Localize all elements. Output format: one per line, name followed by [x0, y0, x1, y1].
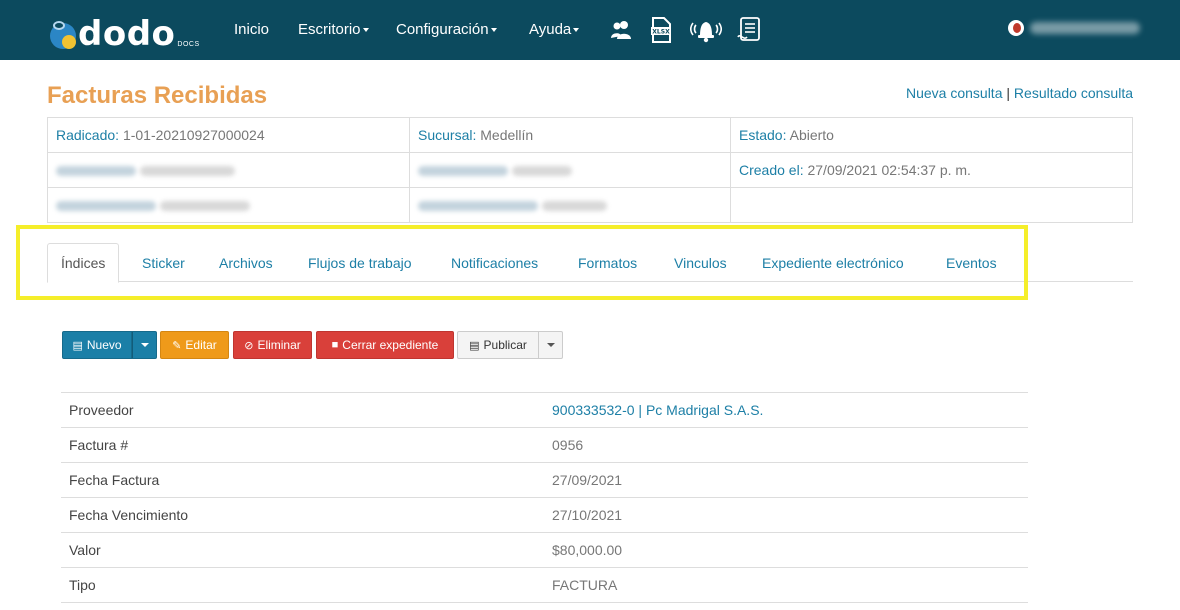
redacted-cell — [409, 187, 731, 223]
svg-text:XLSX: XLSX — [652, 29, 670, 36]
table-row: Proveedor 900333532-0 | Pc Madrigal S.A.… — [61, 392, 1028, 428]
link-separator: | — [1006, 85, 1011, 101]
bell-icon[interactable] — [690, 16, 722, 44]
resultado-consulta-link[interactable]: Resultado consulta — [1014, 85, 1133, 101]
users-icon[interactable] — [608, 16, 634, 44]
top-links: Nueva consulta | Resultado consulta — [906, 85, 1133, 101]
nuevo-label: Nuevo — [86, 338, 122, 352]
redacted-value — [511, 166, 572, 177]
table-row: Fecha Vencimiento 27/10/2021 — [61, 497, 1028, 533]
user-menu[interactable] — [1008, 20, 1140, 36]
field-value: FACTURA — [544, 567, 1028, 603]
radicado-value: 1-01-20210927000024 — [122, 127, 265, 143]
dodo-logo[interactable]: dodo DOCS — [48, 11, 208, 51]
radicado-label: Radicado: — [56, 127, 120, 143]
redacted-label — [418, 166, 508, 177]
indices-table: Proveedor 900333532-0 | Pc Madrigal S.A.… — [61, 392, 1028, 603]
estado-value: Abierto — [789, 127, 834, 143]
nav-ayuda[interactable]: Ayuda — [529, 21, 580, 38]
publicar-dropdown-toggle[interactable] — [538, 331, 563, 359]
cerrar-expediente-label: Cerrar expediente — [342, 338, 439, 352]
folder-icon: ■ — [331, 339, 339, 351]
sucursal-value: Medellín — [480, 127, 534, 143]
top-navbar: dodo DOCS Inicio Escritorio Configuració… — [0, 0, 1180, 60]
eliminar-label: Eliminar — [257, 338, 301, 352]
redacted-cell — [47, 187, 410, 223]
nuevo-button[interactable]: ▤ Nuevo — [62, 331, 132, 359]
redacted-cell — [409, 152, 731, 188]
creado-value: 27/09/2021 02:54:37 p. m. — [807, 162, 971, 178]
field-label: Valor — [61, 532, 544, 568]
radicado-cell: Radicado: 1-01-20210927000024 — [47, 117, 410, 153]
redacted-value — [541, 201, 607, 212]
field-label: Fecha Factura — [61, 462, 544, 498]
nueva-consulta-link[interactable]: Nueva consulta — [906, 85, 1003, 101]
sucursal-label: Sucursal: — [418, 127, 477, 143]
logo-subtext: DOCS — [177, 41, 200, 48]
redacted-label — [418, 201, 538, 212]
field-value: 0956 — [544, 427, 1028, 463]
publicar-button[interactable]: ▤ Publicar — [457, 331, 539, 359]
page-title: Facturas Recibidas — [47, 82, 268, 109]
estado-cell: Estado: Abierto — [730, 117, 1133, 153]
redacted-cell — [47, 152, 410, 188]
cerrar-expediente-button[interactable]: ■ Cerrar expediente — [316, 331, 454, 359]
table-row: Factura # 0956 — [61, 427, 1028, 463]
xlsx-file-icon[interactable]: XLSX — [648, 16, 674, 44]
caret-down-icon — [573, 28, 580, 33]
logo-text: dodo — [78, 14, 176, 54]
document-list-icon[interactable] — [736, 16, 762, 44]
caret-down-icon — [490, 28, 497, 33]
field-label: Fecha Vencimiento — [61, 497, 544, 533]
record-info-table: Radicado: 1-01-20210927000024 Sucursal: … — [47, 117, 1133, 223]
creado-cell: Creado el: 27/09/2021 02:54:37 p. m. — [730, 152, 1133, 188]
empty-cell — [730, 187, 1133, 223]
publicar-label: Publicar — [483, 338, 527, 352]
nav-inicio[interactable]: Inicio — [234, 21, 269, 38]
user-name-redacted — [1030, 22, 1140, 34]
redacted-label — [56, 201, 156, 212]
newspaper-icon: ▤ — [469, 339, 480, 352]
caret-down-icon — [546, 343, 555, 347]
nav-ayuda-label: Ayuda — [529, 21, 572, 38]
nav-configuracion[interactable]: Configuración — [396, 21, 497, 38]
creado-label: Creado el: — [739, 162, 804, 178]
redacted-value — [159, 201, 250, 212]
editar-button[interactable]: ✎ Editar — [160, 331, 229, 359]
nav-escritorio-label: Escritorio — [298, 21, 361, 38]
tabs-highlight-box — [16, 225, 1028, 300]
field-label: Proveedor — [61, 392, 544, 428]
nuevo-dropdown-toggle[interactable] — [132, 331, 157, 359]
table-row: Tipo FACTURA — [61, 567, 1028, 603]
field-value: 27/09/2021 — [544, 462, 1028, 498]
delete-icon: ⊘ — [244, 339, 254, 352]
field-value: $80,000.00 — [544, 532, 1028, 568]
table-row: Fecha Factura 27/09/2021 — [61, 462, 1028, 498]
field-label: Factura # — [61, 427, 544, 463]
nav-escritorio[interactable]: Escritorio — [298, 21, 369, 38]
proveedor-link[interactable]: 900333532-0 | Pc Madrigal S.A.S. — [544, 392, 1028, 428]
eliminar-button[interactable]: ⊘ Eliminar — [233, 331, 312, 359]
estado-label: Estado: — [739, 127, 787, 143]
table-row: Valor $80,000.00 — [61, 532, 1028, 568]
redacted-label — [56, 166, 136, 177]
edit-icon: ✎ — [172, 339, 182, 352]
editar-label: Editar — [185, 338, 217, 352]
list-icon: ▤ — [72, 339, 83, 352]
redacted-value — [139, 166, 235, 177]
field-label: Tipo — [61, 567, 544, 603]
nav-inicio-label: Inicio — [234, 21, 270, 38]
sucursal-cell: Sucursal: Medellín — [409, 117, 731, 153]
caret-down-icon — [140, 343, 149, 347]
caret-down-icon — [362, 28, 369, 33]
dodo-bird-icon — [48, 17, 82, 51]
field-value: 27/10/2021 — [544, 497, 1028, 533]
avatar — [1008, 20, 1024, 36]
nav-configuracion-label: Configuración — [396, 21, 489, 38]
